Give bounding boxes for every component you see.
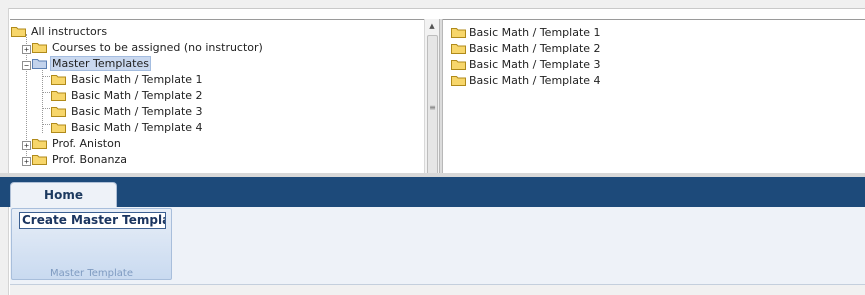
tree-node-template-3[interactable]: Basic Math / Template 3 (51, 104, 205, 120)
expand-toggle-icon[interactable]: + (22, 157, 31, 166)
scrollbar-thumb[interactable]: ≡ (427, 35, 438, 182)
window-top-frame (0, 0, 865, 9)
list-item-template-4[interactable]: Basic Math / Template 4 (451, 73, 601, 89)
folder-icon (32, 139, 47, 149)
expand-toggle-icon[interactable]: + (22, 45, 31, 54)
expand-toggle-icon[interactable]: + (22, 141, 31, 150)
ribbon-group-caption: Master Template (50, 268, 133, 279)
ribbon-tab-bar (0, 177, 865, 207)
grip-icon: ≡ (429, 103, 436, 112)
tree-node-unassigned-courses[interactable]: Courses to be assigned (no instructor) (32, 40, 265, 56)
scroll-up-arrow-icon[interactable]: ▲ (425, 19, 439, 33)
open-folder-icon (32, 59, 47, 69)
tab-home[interactable]: Home (10, 182, 117, 208)
folder-icon (51, 91, 66, 101)
folder-icon (51, 107, 66, 117)
folder-icon (451, 44, 466, 54)
list-item-template-1[interactable]: Basic Math / Template 1 (451, 25, 601, 41)
window-left-frame (0, 8, 9, 295)
tree-node-template-4[interactable]: Basic Math / Template 4 (51, 120, 205, 136)
tree-node-prof-aniston[interactable]: Prof. Aniston (32, 136, 123, 152)
template-list: Basic Math / Template 1 Basic Math / Tem… (443, 19, 865, 173)
create-master-template-button[interactable]: Create Master Template (19, 212, 166, 229)
tree-root[interactable]: All instructors (11, 24, 109, 40)
tree-node-template-1[interactable]: Basic Math / Template 1 (51, 72, 205, 88)
folder-icon (32, 155, 47, 165)
collapse-toggle-icon[interactable]: − (22, 61, 31, 70)
folder-icon (51, 75, 66, 85)
folder-icon (32, 43, 47, 53)
tree-scrollbar[interactable]: ▲ ≡ (424, 19, 439, 182)
folder-icon (451, 76, 466, 86)
list-item-template-2[interactable]: Basic Math / Template 2 (451, 41, 601, 57)
tree-connector (42, 76, 50, 77)
folder-icon (11, 27, 26, 37)
folder-icon (451, 28, 466, 38)
tree-connector (42, 124, 50, 125)
tree-node-master-templates[interactable]: Master Templates (32, 56, 151, 72)
folder-icon (451, 60, 466, 70)
list-item-template-3[interactable]: Basic Math / Template 3 (451, 57, 601, 73)
tree-node-prof-bonanza[interactable]: Prof. Bonanza (32, 152, 129, 168)
status-strip (10, 285, 865, 295)
tree-node-template-2[interactable]: Basic Math / Template 2 (51, 88, 205, 104)
tree-connector (42, 108, 50, 109)
tree-connector (42, 92, 50, 93)
folder-icon (51, 123, 66, 133)
instructor-tree[interactable]: All instructors + Courses to be assigned… (10, 19, 424, 174)
